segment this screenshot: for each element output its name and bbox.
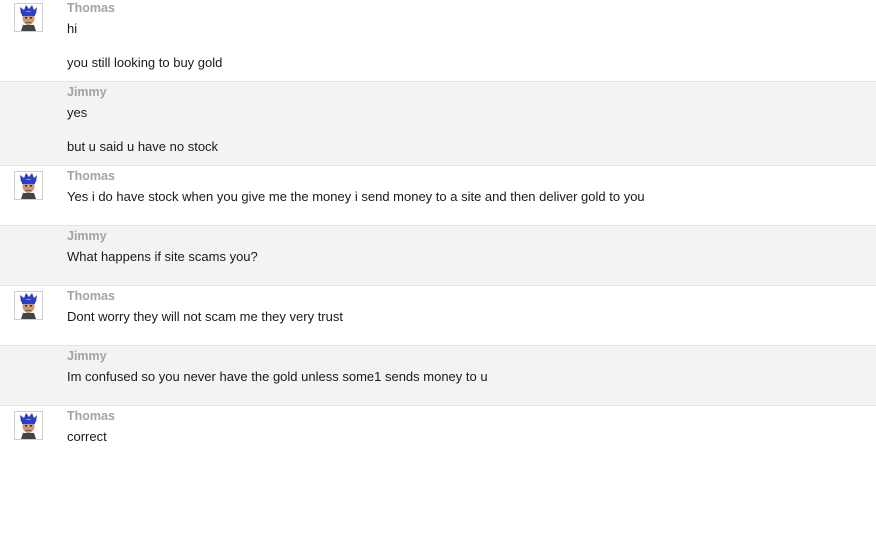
message-text: correct [67, 429, 107, 444]
chat-message: Thomas Dont worry they will not scam me … [0, 286, 876, 346]
chat-message: Jimmy What happens if site scams you? [0, 226, 876, 286]
message-author: Thomas [67, 289, 115, 303]
message-author: Jimmy [67, 349, 107, 363]
user-avatar-icon [14, 171, 43, 200]
message-author: Thomas [67, 409, 115, 423]
message-text: you still looking to buy gold [67, 55, 223, 70]
chat-message: Thomas Yes i do have stock when you give… [0, 166, 876, 226]
chat-log: Thomas hi you still looking to buy gold … [0, 0, 876, 466]
message-text: Yes i do have stock when you give me the… [67, 189, 645, 204]
chat-message: Thomas correct [0, 406, 876, 466]
chat-message: Jimmy yes but u said u have no stock [0, 82, 876, 166]
message-author: Thomas [67, 1, 115, 15]
message-text: Dont worry they will not scam me they ve… [67, 309, 343, 324]
user-avatar-icon [14, 291, 43, 320]
message-text: yes [67, 105, 88, 120]
message-author: Jimmy [67, 229, 107, 243]
chat-message: Jimmy Im confused so you never have the … [0, 346, 876, 406]
user-avatar-icon [14, 411, 43, 440]
message-text: What happens if site scams you? [67, 249, 258, 264]
chat-message: Thomas hi you still looking to buy gold [0, 0, 876, 82]
message-text: but u said u have no stock [67, 139, 219, 154]
message-author: Thomas [67, 169, 115, 183]
message-text: Im confused so you never have the gold u… [67, 369, 488, 384]
message-author: Jimmy [67, 85, 107, 99]
message-text: hi [67, 21, 78, 36]
user-avatar-icon [14, 3, 43, 32]
